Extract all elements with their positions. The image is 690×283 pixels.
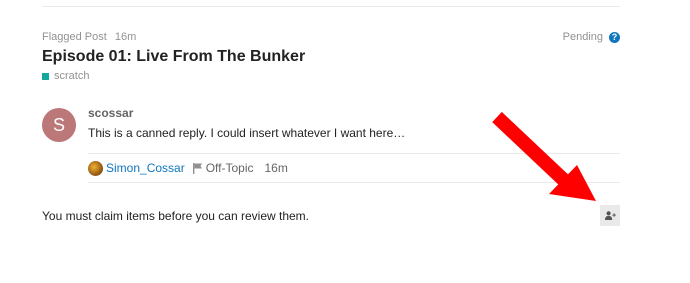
annotation-arrow — [492, 111, 596, 201]
